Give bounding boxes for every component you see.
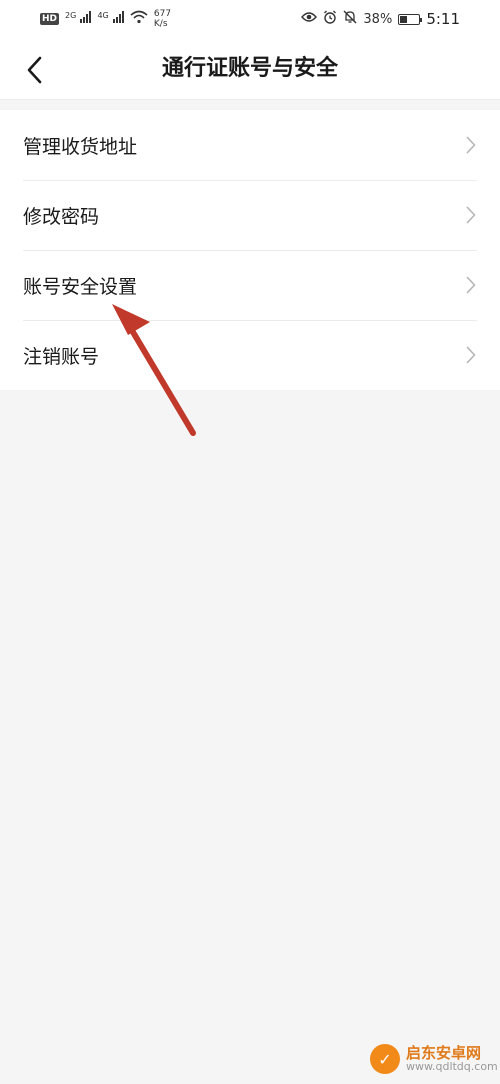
menu-item-label: 注销账号 [23, 345, 100, 368]
menu-item-label: 账号安全设置 [23, 275, 138, 298]
network-speed: 677 K/s [154, 9, 171, 29]
menu-item-label: 管理收货地址 [23, 135, 138, 158]
hd-badge: HD [40, 13, 60, 25]
chevron-left-icon [27, 56, 42, 84]
mute-bell-icon [343, 10, 357, 28]
battery-fill [400, 15, 408, 23]
battery-percent: 38% [363, 11, 393, 27]
back-button[interactable] [14, 50, 54, 90]
menu-item-manage-address[interactable]: 管理收货地址 [0, 110, 500, 180]
watermark-url: www.qdltdq.com [406, 1060, 498, 1073]
signal-1: 2G [65, 10, 92, 27]
signal-2: 4G [97, 10, 124, 27]
menu-list: 管理收货地址 修改密码 账号安全设置 注销账号 [0, 110, 500, 390]
page-title: 通行证账号与安全 [161, 56, 338, 81]
status-bar-left: HD 2G 4G 677 K/s [40, 9, 171, 29]
chevron-right-icon [464, 206, 478, 224]
net-label-2: 4G [97, 10, 109, 20]
nav-bar: 通行证账号与安全 [0, 38, 500, 100]
signal-icon [112, 11, 124, 24]
status-bar-right: 38% 5:11 [301, 10, 460, 28]
watermark-name: 启东安卓网 [406, 1044, 482, 1062]
status-bar: HD 2G 4G 677 K/s 38% 5:11 [0, 0, 500, 38]
watermark-text: 启东安卓网 www.qdltdq.com [406, 1045, 498, 1073]
clock: 5:11 [426, 10, 460, 28]
menu-item-label: 修改密码 [23, 205, 100, 228]
wifi-icon [130, 10, 148, 28]
signal-icon [80, 11, 92, 24]
watermark: ✓ 启东安卓网 www.qdltdq.com [370, 1044, 498, 1074]
menu-item-deactivate-account[interactable]: 注销账号 [0, 320, 500, 390]
chevron-right-icon [464, 346, 478, 364]
chevron-right-icon [464, 276, 478, 294]
alarm-icon [323, 10, 337, 28]
menu-item-account-security[interactable]: 账号安全设置 [0, 250, 500, 320]
menu-item-change-password[interactable]: 修改密码 [0, 180, 500, 250]
net-label-1: 2G [65, 10, 77, 20]
eye-icon [301, 11, 318, 27]
chevron-right-icon [464, 136, 478, 154]
speed-value: 677 [153, 9, 172, 19]
speed-unit: K/s [153, 19, 168, 29]
battery-icon [398, 13, 423, 25]
watermark-logo-icon: ✓ [370, 1044, 400, 1074]
